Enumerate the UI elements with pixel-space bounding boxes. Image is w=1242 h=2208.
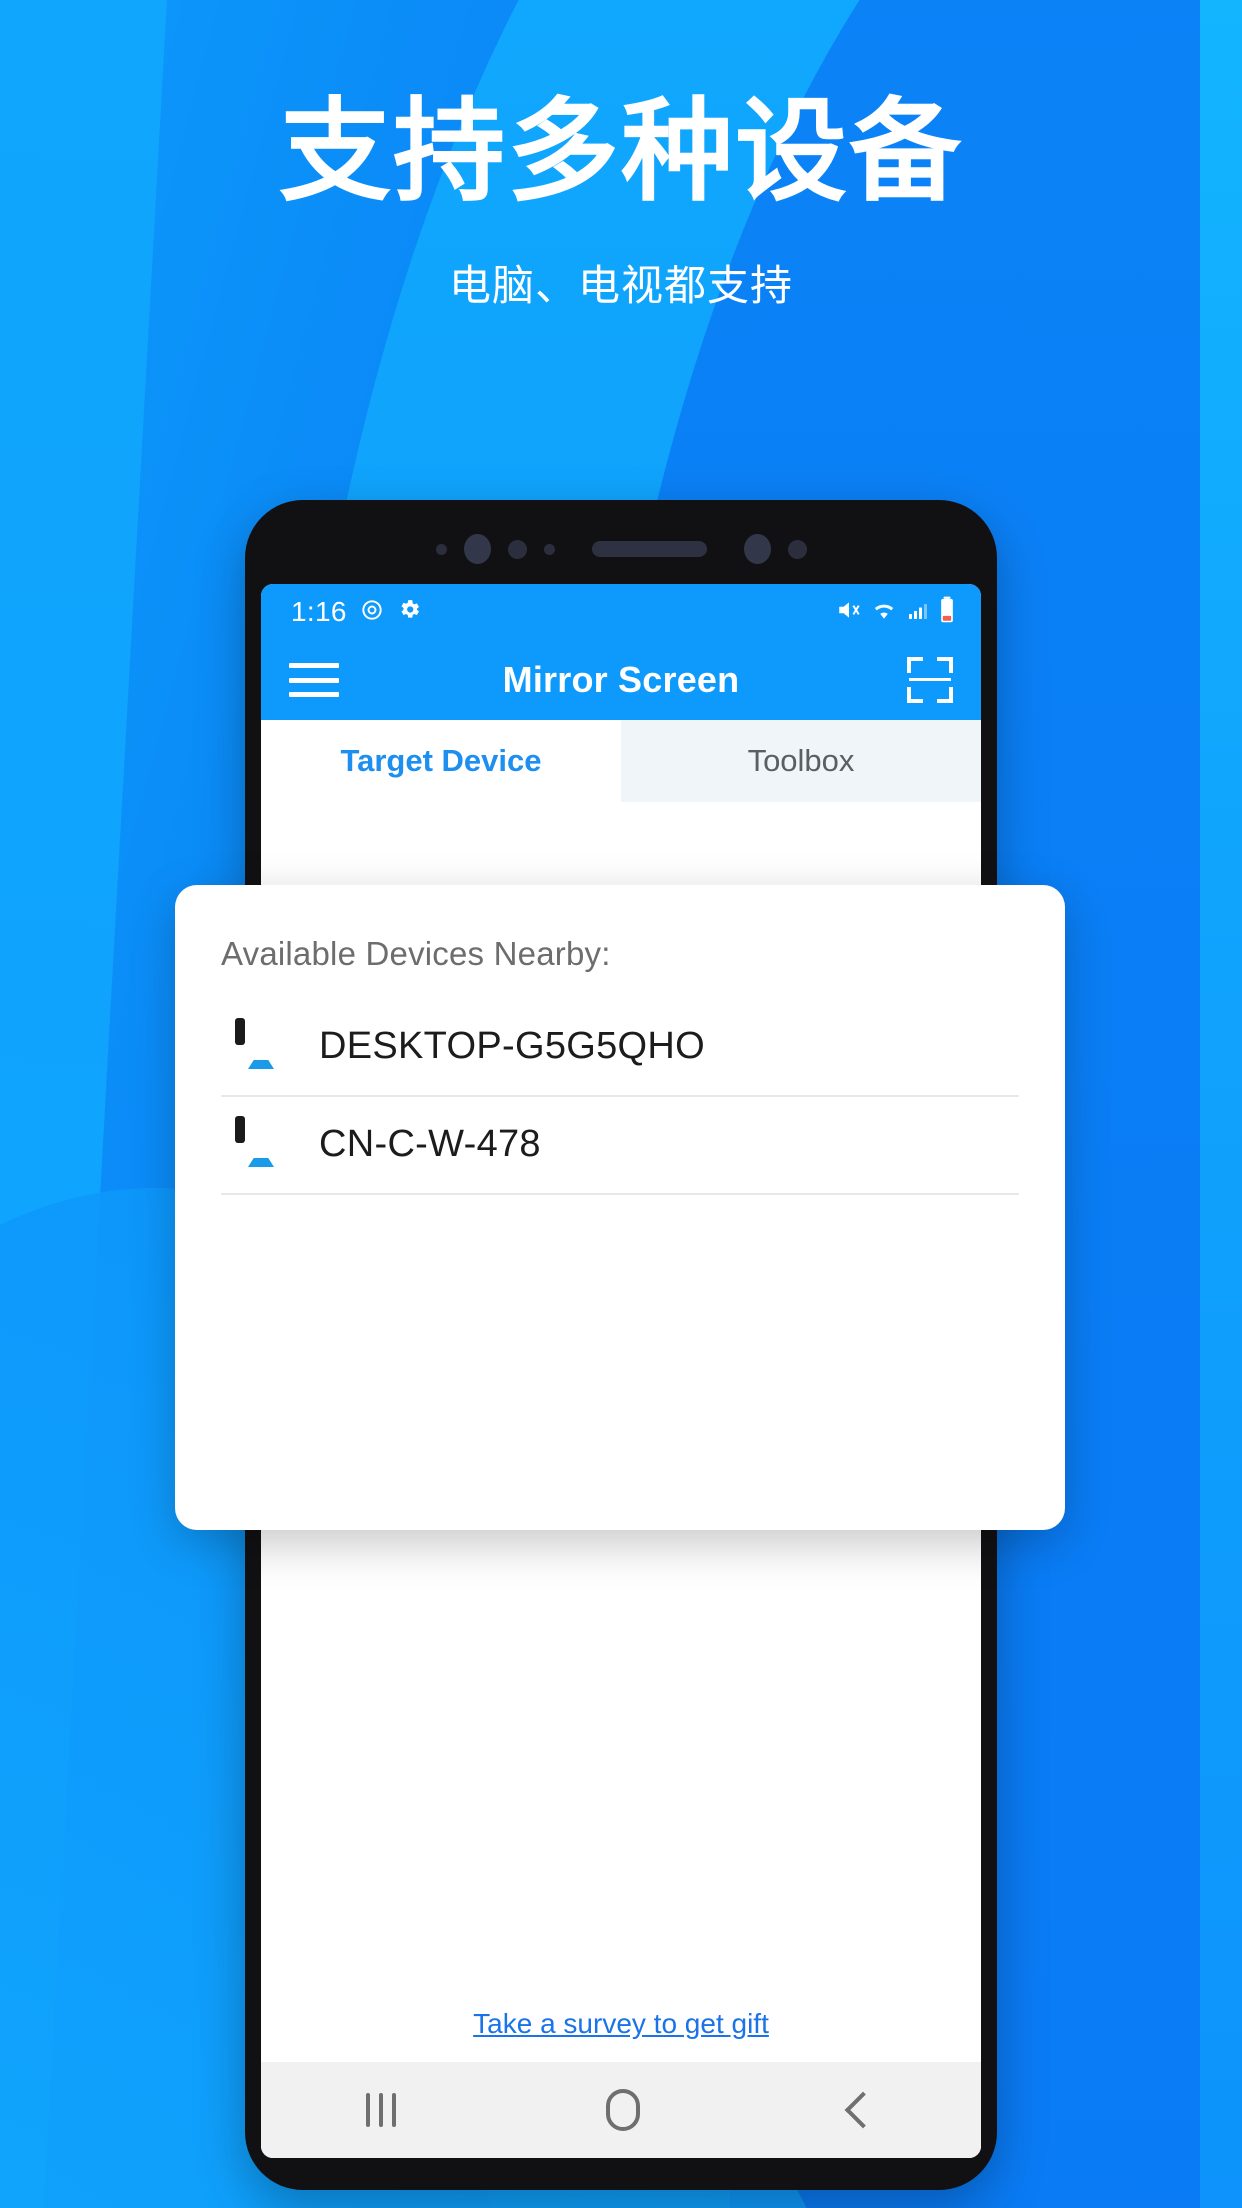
phone-top-bezel xyxy=(245,500,997,584)
hamburger-menu-icon[interactable] xyxy=(289,663,339,697)
survey-link[interactable]: Take a survey to get gift xyxy=(473,2008,769,2039)
device-name: DESKTOP-G5G5QHO xyxy=(319,1024,706,1067)
scan-corner-tr xyxy=(937,657,953,673)
monitor-icon xyxy=(235,1116,287,1167)
android-navigation-bar xyxy=(261,2062,981,2158)
scan-qr-icon[interactable] xyxy=(907,657,953,703)
front-camera-icon xyxy=(463,534,491,564)
earpiece-speaker-icon xyxy=(591,541,707,557)
app-title: Mirror Screen xyxy=(502,659,740,700)
promo-screenshot: 支持多种设备 电脑、电视都支持 1:16 Mirror Screen Targe… xyxy=(0,0,1242,2208)
alarm-icon xyxy=(359,597,385,628)
sensor-dot-icon xyxy=(787,539,807,559)
tab-toolbox[interactable]: Toolbox xyxy=(621,720,981,802)
tab-target-device-label: Target Device xyxy=(340,743,542,778)
signal-icon xyxy=(906,598,930,627)
device-list-item-1[interactable]: CN-C-W-478 xyxy=(221,1097,1019,1195)
recents-bar xyxy=(379,2093,383,2127)
mute-icon xyxy=(836,597,862,628)
back-icon[interactable] xyxy=(844,2091,882,2129)
gear-icon xyxy=(397,597,422,627)
status-bar-right xyxy=(836,596,955,629)
background-edge-right xyxy=(1200,0,1242,2208)
device-list-item-0[interactable]: DESKTOP-G5G5QHO xyxy=(221,999,1019,1097)
promo-subheadline: 电脑、电视都支持 xyxy=(448,261,793,310)
recents-bar xyxy=(366,2093,370,2127)
monitor-stand xyxy=(248,1060,274,1069)
sensor-dot-icon xyxy=(543,543,555,555)
tab-bar: Target Device Toolbox xyxy=(261,720,981,802)
status-bar-left: 1:16 xyxy=(291,596,422,628)
available-devices-card: Available Devices Nearby: DESKTOP-G5G5QH… xyxy=(175,885,1065,1530)
device-name: CN-C-W-478 xyxy=(319,1122,541,1165)
monitor-icon xyxy=(235,1018,287,1069)
recents-icon[interactable] xyxy=(366,2093,396,2127)
home-icon[interactable] xyxy=(606,2089,640,2131)
promo-headline: 支持多种设备 xyxy=(279,87,963,217)
available-devices-heading: Available Devices Nearby: xyxy=(221,935,611,972)
sensor-dot-icon xyxy=(507,539,527,559)
scan-corner-bl xyxy=(907,687,923,703)
monitor-frame xyxy=(235,1116,245,1143)
scan-line xyxy=(909,678,951,681)
hamburger-line xyxy=(289,663,339,668)
front-camera-icon xyxy=(743,534,771,564)
hamburger-line xyxy=(289,692,339,697)
status-bar-clock: 1:16 xyxy=(291,596,347,627)
survey-link-container: Take a survey to get gift xyxy=(261,2008,981,2040)
battery-icon xyxy=(939,596,955,629)
monitor-frame xyxy=(235,1018,245,1045)
monitor-stand xyxy=(248,1158,274,1167)
recents-bar xyxy=(392,2093,396,2127)
status-bar: 1:16 xyxy=(261,584,981,640)
scan-corner-br xyxy=(937,687,953,703)
app-bar: Mirror Screen xyxy=(261,640,981,720)
phone-sensor-row xyxy=(245,534,997,564)
scan-corner-tl xyxy=(907,657,923,673)
hamburger-line xyxy=(289,677,339,683)
tab-toolbox-label: Toolbox xyxy=(747,743,855,778)
tab-target-device[interactable]: Target Device xyxy=(261,720,621,802)
promo-text-block: 支持多种设备 电脑、电视都支持 xyxy=(0,96,1242,313)
wifi-icon xyxy=(871,597,897,628)
sensor-dot-icon xyxy=(435,543,447,555)
